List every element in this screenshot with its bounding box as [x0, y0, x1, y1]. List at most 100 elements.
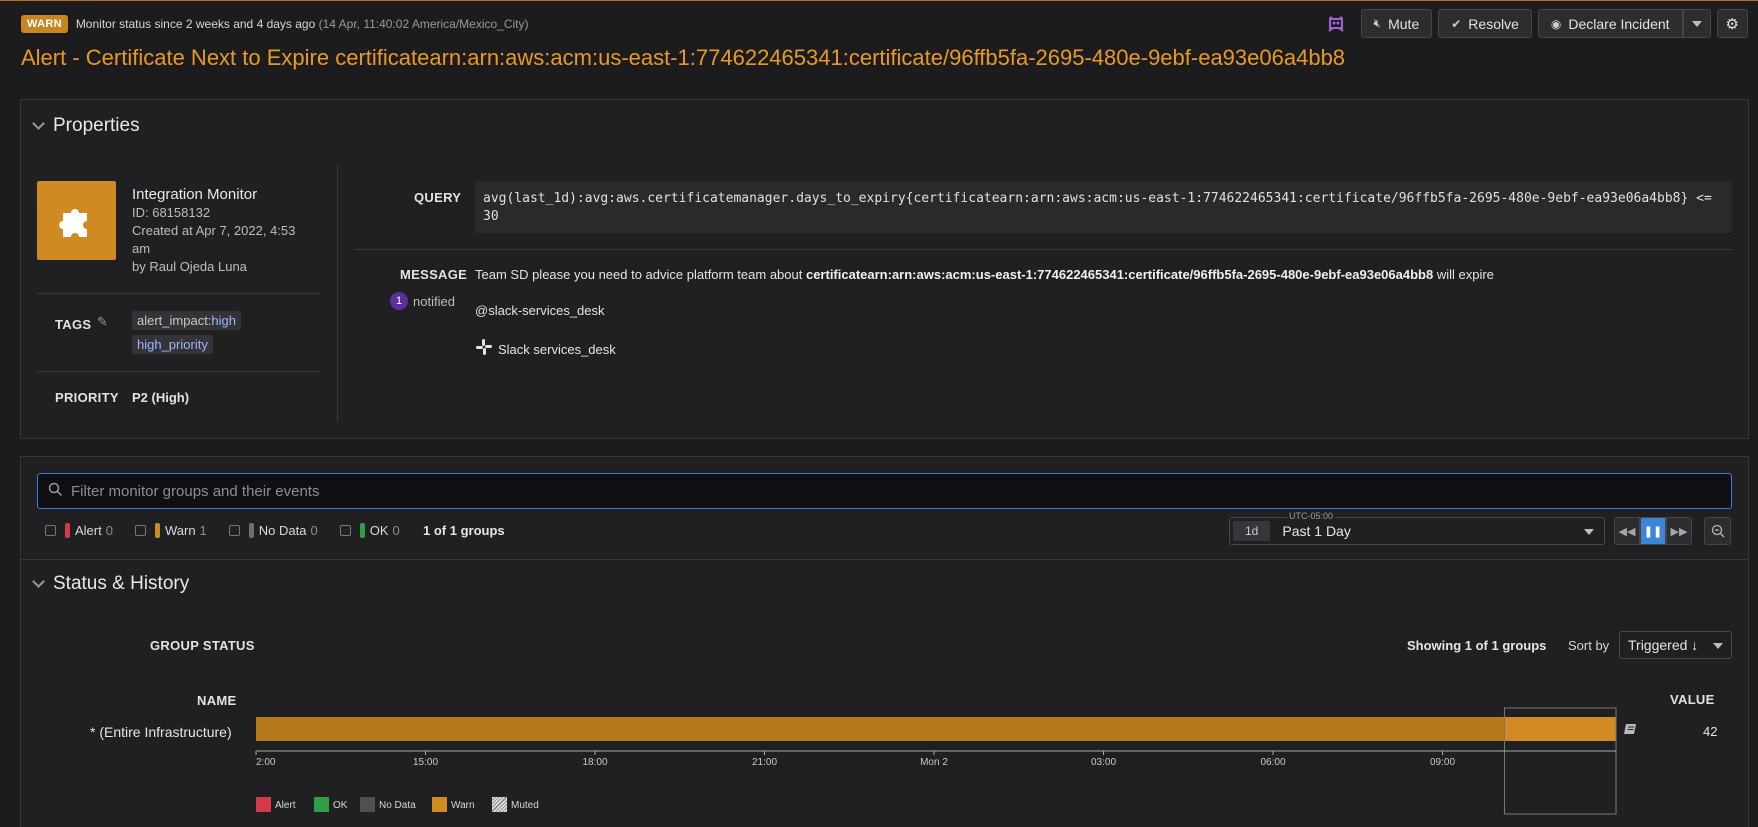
declare-incident-button[interactable]: ◉ Declare Incident [1537, 9, 1683, 38]
legend-swatch [314, 797, 329, 812]
siren-icon: ◉ [1550, 16, 1562, 31]
time-picker[interactable]: 1d Past 1 Day [1229, 517, 1605, 545]
group-status-label: GROUP STATUS [150, 638, 255, 653]
ok-checkbox[interactable] [339, 525, 351, 536]
legend-label: OK [333, 800, 348, 811]
legend-label: Alert [275, 800, 296, 811]
message-text: Team SD please you need to advice platfo… [475, 267, 1494, 282]
alert-checkbox[interactable] [45, 525, 56, 536]
tick-label: 21:00 [752, 757, 777, 768]
notified-indicator[interactable]: 1 notified [390, 292, 455, 310]
nodata-checkbox[interactable] [228, 525, 240, 536]
legend-label: No Data [379, 800, 416, 811]
chevron-down-icon [32, 575, 45, 588]
status-bar: WARN Monitor status since 2 weeks and 4 … [21, 13, 529, 35]
monitor-created: Created at Apr 7, 2022, 4:53 am [132, 223, 296, 256]
properties-header[interactable]: Properties [30, 115, 140, 137]
monitor-creator: by Raul Ojeda Luna [132, 259, 247, 274]
group-row-name[interactable]: * (Entire Infrastructure) [90, 724, 232, 740]
search-icon [48, 482, 63, 501]
ok-filter-label: OK [369, 523, 389, 538]
time-pill: 1d [1233, 521, 1271, 541]
legend-label: Muted [511, 800, 539, 811]
monitor-card: Integration Monitor ID: 68158132 Created… [37, 181, 302, 276]
tag-high-priority[interactable]: high_priority [132, 335, 213, 354]
tick-label: 03:00 [1091, 757, 1116, 768]
notified-count: 1 [390, 292, 408, 310]
tick-label: 18:00 [582, 757, 607, 768]
priority-label: PRIORITY [55, 390, 119, 405]
legend-swatch [360, 797, 375, 812]
slack-icon [475, 338, 493, 361]
warn-count: 1 [199, 523, 207, 538]
rewind-button[interactable]: ◀◀ [1614, 517, 1640, 545]
zoom-out-icon [1711, 524, 1724, 538]
zoom-out-button[interactable] [1704, 517, 1731, 545]
ok-color-bar [359, 523, 365, 538]
status-timeline-chart: 2:00 15:00 18:00 21:00 Mon 2 03:00 06:00 09:00 … [255, 707, 1617, 815]
legend-swatch [432, 797, 447, 812]
groups-count: 1 of 1 groups [423, 523, 505, 538]
page-title: Alert - Certificate Next to Expire certi… [21, 45, 1346, 70]
filter-input[interactable] [71, 482, 1671, 500]
chevron-down-icon [1713, 643, 1723, 649]
chevron-down-icon [1584, 529, 1594, 535]
monitor-id: ID: 68158132 [132, 205, 211, 220]
divider [21, 559, 1748, 560]
divider [37, 371, 320, 372]
slack-recipient[interactable]: Slack services_desk [475, 338, 616, 361]
sort-by-label: Sort by [1568, 638, 1610, 653]
query-label: QUERY [414, 190, 462, 205]
warn-checkbox[interactable] [134, 525, 146, 536]
filter-search[interactable] [37, 473, 1732, 509]
bits-ai-icon[interactable] [1323, 11, 1349, 37]
tag-list-2: high_priority [132, 335, 213, 354]
chevron-down-icon [32, 117, 45, 130]
sort-select[interactable]: Triggered ↓ [1619, 631, 1732, 659]
pause-icon: ❚❚ [1643, 525, 1663, 538]
header-actions: 🔇︎ Mute ✔ Resolve ◉ Declare Incident ⚙ [1323, 9, 1748, 38]
forward-button[interactable]: ▶▶ [1666, 517, 1692, 545]
declare-incident-dropdown[interactable] [1682, 9, 1711, 38]
ok-count: 0 [392, 523, 400, 538]
name-column-label: NAME [197, 693, 237, 708]
time-label: Past 1 Day [1282, 523, 1351, 539]
divider [337, 165, 338, 422]
warn-segment-selected [1504, 717, 1616, 741]
edit-tags-icon[interactable]: ✎ [97, 314, 108, 330]
timeline-legend: Alert OK No Data Warn Muted [256, 796, 539, 813]
alert-color-bar [65, 523, 70, 538]
warn-segment [256, 717, 1505, 741]
group-row-value: 42 [1703, 724, 1718, 739]
legend-hatch [505, 810, 508, 813]
warn-filter-label: Warn [164, 523, 196, 538]
status-history-header[interactable]: Status & History [30, 573, 189, 595]
divider [37, 293, 320, 294]
integration-puzzle-icon [37, 181, 116, 260]
playback-controls: ◀◀ ❚❚ ▶▶ [1614, 517, 1692, 545]
tick-label: 06:00 [1260, 757, 1285, 768]
tags-label: TAGS [55, 317, 92, 332]
check-icon: ✔ [1451, 16, 1462, 31]
monitor-info: Integration Monitor ID: 68158132 Created… [132, 181, 302, 276]
priority-value: P2 (High) [132, 390, 190, 405]
status-since: Monitor status since 2 weeks and 4 days … [75, 17, 529, 31]
resolve-button[interactable]: ✔ Resolve [1438, 9, 1532, 38]
settings-button[interactable]: ⚙ [1716, 9, 1748, 38]
divider [354, 249, 1732, 250]
monitor-name: Integration Monitor [132, 186, 258, 203]
legend-label: Warn [451, 800, 475, 811]
chevron-down-icon [1691, 20, 1702, 27]
alert-filter-label: Alert [75, 523, 102, 538]
tag-alert-impact[interactable]: alert_impact:high [132, 311, 241, 330]
pause-button[interactable]: ❚❚ [1640, 517, 1666, 545]
mute-button[interactable]: 🔇︎ Mute [1360, 9, 1433, 38]
gear-icon: ⚙ [1725, 15, 1739, 33]
alert-count: 0 [105, 523, 113, 538]
tick-label: Mon 2 [920, 757, 948, 768]
legend-swatch [256, 797, 271, 812]
message-label: MESSAGE [400, 267, 468, 282]
rewind-icon: ◀◀ [1618, 525, 1636, 538]
query-text: avg(last_1d):avg:aws.certificatemanager.… [475, 181, 1732, 233]
value-column-label: VALUE [1670, 692, 1715, 707]
